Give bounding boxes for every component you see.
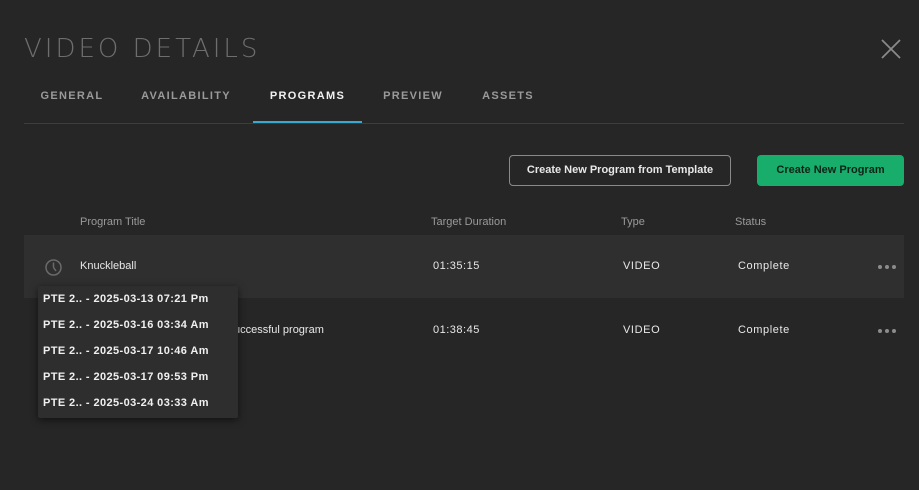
more-options-icon[interactable] <box>878 328 896 334</box>
program-title[interactable]: uccessful program <box>234 299 324 362</box>
program-status: Complete <box>738 324 790 336</box>
history-item[interactable]: PTE 2.. - 2025-03-13 07:21 Pm <box>43 286 233 312</box>
history-item[interactable]: PTE 2.. - 2025-03-17 09:53 Pm <box>43 364 233 390</box>
tab-bar: GENERAL AVAILABILITY PROGRAMS PREVIEW AS… <box>24 76 904 124</box>
more-options-icon[interactable] <box>878 264 896 270</box>
program-status: Complete <box>738 260 790 272</box>
history-item[interactable]: PTE 2.. - 2025-03-24 03:33 Am <box>43 390 233 416</box>
program-type: VIDEO <box>623 324 661 336</box>
target-duration: 01:35:15 <box>433 260 480 272</box>
create-from-template-button[interactable]: Create New Program from Template <box>509 155 731 186</box>
target-duration: 01:38:45 <box>433 324 480 336</box>
column-header-duration[interactable]: Target Duration <box>431 216 506 228</box>
tab-programs[interactable]: PROGRAMS <box>253 76 362 123</box>
tab-availability[interactable]: AVAILABILITY <box>134 76 238 122</box>
column-header-type[interactable]: Type <box>621 216 645 228</box>
history-item[interactable]: PTE 2.. - 2025-03-17 10:46 Am <box>43 338 233 364</box>
column-header-title[interactable]: Program Title <box>80 216 145 228</box>
tab-assets[interactable]: ASSETS <box>472 76 544 122</box>
create-new-program-button[interactable]: Create New Program <box>757 155 904 186</box>
history-item[interactable]: PTE 2.. - 2025-03-16 03:34 Am <box>43 312 233 338</box>
video-details-panel: VIDEO DETAILS GENERAL AVAILABILITY PROGR… <box>0 0 919 490</box>
clock-icon[interactable] <box>44 258 63 277</box>
column-header-status[interactable]: Status <box>735 216 766 228</box>
tab-preview[interactable]: PREVIEW <box>374 76 452 122</box>
close-icon[interactable] <box>879 37 903 61</box>
program-type: VIDEO <box>623 260 661 272</box>
tab-general[interactable]: GENERAL <box>24 76 120 122</box>
page-title: VIDEO DETAILS <box>24 34 261 64</box>
program-history-dropdown: PTE 2.. - 2025-03-13 07:21 Pm PTE 2.. - … <box>38 286 238 418</box>
